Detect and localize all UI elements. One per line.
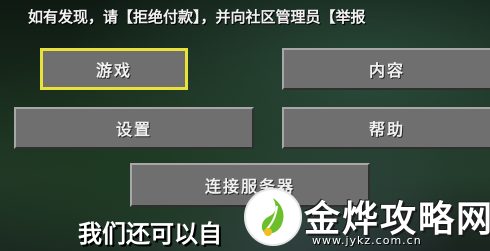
watermark: 金烨攻略网 www.jykz.com.cn bbox=[242, 186, 490, 251]
watermark-url: www.jykz.com.cn bbox=[312, 234, 422, 247]
bottom-caption: 我们还可以自 bbox=[78, 220, 222, 248]
settings-button[interactable]: 设置 bbox=[14, 107, 254, 149]
game-button[interactable]: 游戏 bbox=[40, 48, 188, 90]
watermark-logo-icon bbox=[244, 188, 302, 246]
content-button[interactable]: 内容 bbox=[282, 48, 490, 90]
help-button[interactable]: 帮助 bbox=[282, 107, 490, 149]
notice-banner: 如有发现，请【拒绝付款】，并向社区管理员【举报 bbox=[28, 8, 366, 26]
